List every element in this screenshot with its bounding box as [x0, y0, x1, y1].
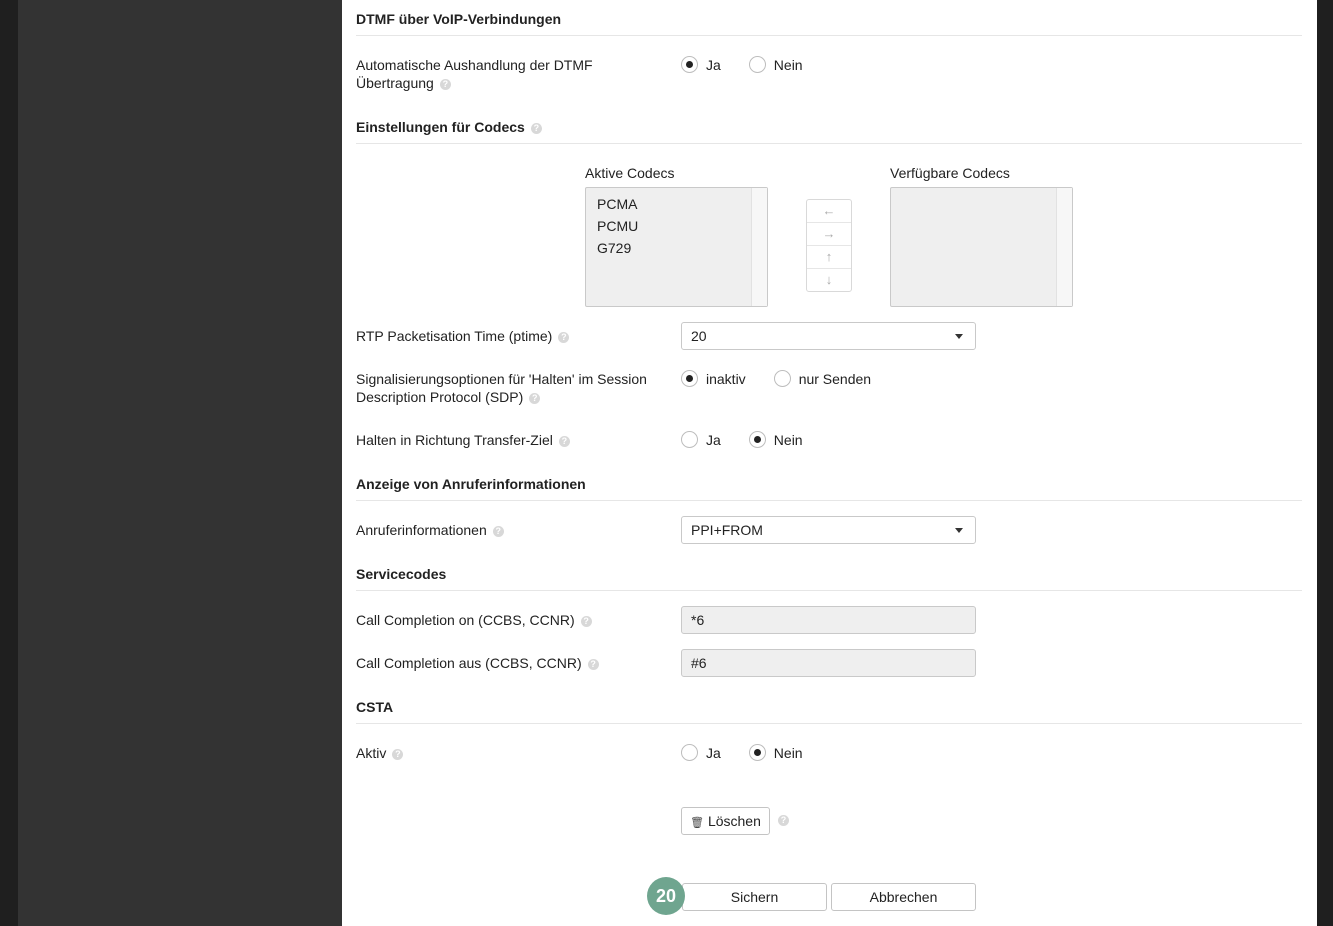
codec-item[interactable]: PCMA — [586, 193, 767, 215]
csta-radio-ja[interactable]: Ja — [681, 744, 721, 761]
cc-on-input[interactable]: *6 — [681, 606, 976, 634]
help-icon[interactable]: ? — [392, 748, 404, 760]
hold-sdp-label-line2: Description Protocol (SDP) — [356, 389, 524, 405]
section-title-csta: CSTA — [356, 699, 394, 715]
radio-label: nur Senden — [798, 370, 872, 387]
help-icon[interactable]: ? — [587, 658, 599, 670]
save-button[interactable]: Sichern — [682, 883, 827, 911]
radio-label: Nein — [773, 744, 803, 761]
ptime-select[interactable]: 20 — [681, 322, 976, 350]
delete-button-label: Löschen — [707, 813, 761, 829]
arrow-right-icon[interactable]: → — [807, 223, 851, 246]
hold-sdp-radio-inaktiv[interactable]: inaktiv — [681, 370, 746, 387]
radio-label: inaktiv — [706, 370, 746, 387]
help-icon[interactable]: ? — [529, 392, 541, 404]
csta-label-text: Aktiv — [356, 745, 387, 761]
section-title-codecs-text: Einstellungen für Codecs — [356, 119, 525, 135]
hold-transfer-radio-nein[interactable]: Nein — [748, 431, 803, 448]
radio-label: Ja — [706, 744, 721, 761]
section-divider — [356, 500, 1302, 501]
hold-transfer-radio-group: Ja Nein — [681, 431, 831, 448]
window-edge-right — [1317, 0, 1333, 926]
codec-move-controls: ← → ↑ ↓ — [806, 199, 852, 292]
help-icon[interactable]: ? — [580, 615, 592, 627]
csta-label: Aktiv? — [356, 744, 404, 762]
cc-off-label: Call Completion aus (CCBS, CCNR)? — [356, 654, 599, 672]
available-codecs-title: Verfügbare Codecs — [890, 165, 1010, 181]
active-codecs-title: Aktive Codecs — [585, 165, 675, 181]
trash-icon: 🗑 — [690, 817, 705, 829]
section-title-dtmf: DTMF über VoIP-Verbindungen — [356, 11, 562, 27]
section-title-caller-info: Anzeige von Anruferinformationen — [356, 476, 586, 492]
caret-down-icon — [955, 334, 963, 339]
caller-info-select-value: PPI+FROM — [691, 522, 763, 538]
cc-off-input[interactable]: #6 — [681, 649, 976, 677]
active-codecs-list[interactable]: PCMA PCMU G729 — [585, 187, 768, 307]
caller-info-select[interactable]: PPI+FROM — [681, 516, 976, 544]
hold-transfer-radio-ja[interactable]: Ja — [681, 431, 721, 448]
dtmf-radio-nein[interactable]: Nein — [748, 56, 803, 73]
radio-label: Ja — [706, 56, 721, 73]
radio-unchecked[interactable] — [773, 370, 791, 387]
help-icon[interactable]: ? — [778, 815, 789, 826]
ptime-label-text: RTP Packetisation Time (ptime) — [356, 328, 553, 344]
hold-transfer-label: Halten in Richtung Transfer-Ziel? — [356, 431, 570, 449]
radio-label: Ja — [706, 431, 721, 448]
window-edge-left — [0, 0, 18, 926]
dtmf-label-line1: Automatische Aushandlung der DTMF — [356, 57, 593, 73]
section-title-codecs: Einstellungen für Codecs? — [356, 119, 542, 135]
section-divider — [356, 143, 1302, 144]
hold-sdp-radio-group: inaktiv nur Senden — [681, 370, 899, 387]
codec-item[interactable]: PCMU — [586, 215, 767, 237]
section-divider — [356, 590, 1302, 591]
ptime-select-value: 20 — [691, 328, 707, 344]
radio-unchecked[interactable] — [748, 56, 766, 73]
hold-sdp-label-line1: Signalisierungsoptionen für 'Halten' im … — [356, 371, 647, 387]
delete-button[interactable]: 🗑 Löschen — [681, 807, 770, 835]
section-divider — [356, 723, 1302, 724]
arrow-left-icon[interactable]: ← — [807, 200, 851, 223]
radio-unchecked[interactable] — [681, 431, 698, 448]
section-title-service-codes: Servicecodes — [356, 566, 447, 582]
codec-item[interactable]: G729 — [586, 237, 767, 259]
hold-sdp-radio-nur-senden[interactable]: nur Senden — [773, 370, 872, 387]
csta-radio-group: Ja Nein — [681, 744, 831, 761]
radio-unchecked[interactable] — [681, 744, 698, 761]
cc-on-label: Call Completion on (CCBS, CCNR)? — [356, 611, 592, 629]
radio-checked[interactable] — [681, 370, 698, 387]
help-icon[interactable]: ? — [530, 122, 542, 134]
cc-off-label-text: Call Completion aus (CCBS, CCNR) — [356, 655, 582, 671]
help-icon[interactable]: ? — [439, 78, 451, 90]
radio-label: Nein — [773, 56, 803, 73]
dtmf-radio-group: Ja Nein — [681, 56, 831, 73]
scrollbar[interactable] — [1056, 188, 1072, 306]
sidebar — [18, 0, 342, 926]
dtmf-radio-ja[interactable]: Ja — [681, 56, 721, 73]
arrow-up-icon[interactable]: ↑ — [807, 246, 851, 269]
radio-checked[interactable] — [748, 431, 766, 448]
cancel-button[interactable]: Abbrechen — [831, 883, 976, 911]
dtmf-label: Automatische Aushandlung der DTMF Übertr… — [356, 56, 593, 92]
hold-sdp-label: Signalisierungsoptionen für 'Halten' im … — [356, 370, 647, 406]
caller-info-label: Anruferinformationen? — [356, 521, 504, 539]
caret-down-icon — [955, 528, 963, 533]
help-icon[interactable]: ? — [558, 331, 570, 343]
available-codecs-list[interactable] — [890, 187, 1073, 307]
caller-info-label-text: Anruferinformationen — [356, 522, 487, 538]
radio-label: Nein — [773, 431, 803, 448]
help-icon[interactable]: ? — [492, 525, 504, 537]
cc-on-label-text: Call Completion on (CCBS, CCNR) — [356, 612, 575, 628]
hold-transfer-label-text: Halten in Richtung Transfer-Ziel — [356, 432, 553, 448]
arrow-down-icon[interactable]: ↓ — [807, 269, 851, 292]
csta-radio-nein[interactable]: Nein — [748, 744, 803, 761]
radio-checked[interactable] — [748, 744, 766, 761]
ptime-label: RTP Packetisation Time (ptime)? — [356, 327, 570, 345]
settings-panel: DTMF über VoIP-Verbindungen Automatische… — [342, 0, 1317, 926]
dtmf-label-line2: Übertragung — [356, 75, 434, 91]
section-divider — [356, 35, 1302, 36]
scrollbar[interactable] — [751, 188, 767, 306]
help-icon[interactable]: ? — [558, 435, 570, 447]
step-badge: 20 — [647, 877, 685, 915]
radio-checked[interactable] — [681, 56, 698, 73]
